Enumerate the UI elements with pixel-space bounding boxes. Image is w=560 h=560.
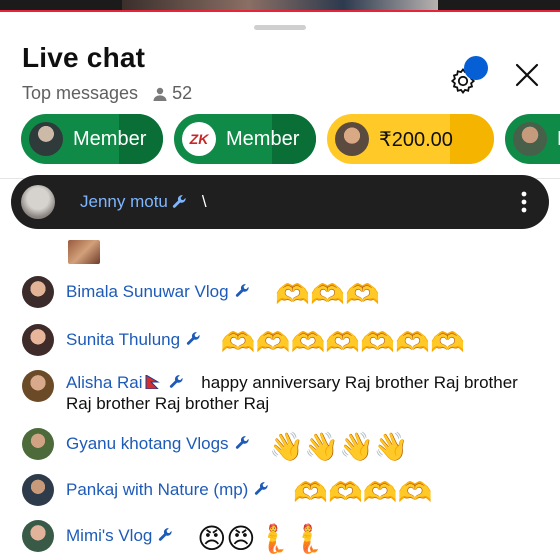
- ticker-chip-member-2[interactable]: ZK Member: [174, 114, 316, 164]
- message-author[interactable]: Sunita Thulung: [66, 330, 180, 349]
- sticker-image: [68, 240, 100, 264]
- pinned-author[interactable]: Jenny motu: [80, 192, 168, 212]
- viewer-count-value: 52: [172, 83, 193, 103]
- message-author[interactable]: Bimala Sunuwar Vlog: [66, 282, 229, 301]
- wrench-icon: [159, 528, 172, 541]
- nepal-flag-icon: [145, 375, 160, 389]
- ticker-chip-member-3[interactable]: N: [505, 114, 560, 164]
- message-emoji: 😠😠🧜🧜: [197, 523, 326, 554]
- avatar[interactable]: [22, 428, 54, 460]
- viewer-count: 52: [152, 83, 192, 104]
- close-button[interactable]: [512, 60, 542, 90]
- message-author[interactable]: Gyanu khotang Vlogs: [66, 434, 229, 453]
- channel-logo: ZK: [189, 131, 209, 147]
- chip-amount: ₹200.00: [379, 128, 453, 151]
- avatar[interactable]: [22, 276, 54, 308]
- chip-label: Member: [226, 127, 300, 150]
- chat-message: Gyanu khotang Vlogs 👋👋👋👋: [0, 428, 560, 462]
- chat-mode-row: Top messages 52: [22, 83, 192, 104]
- pinned-message-banner[interactable]: Jenny motu \: [11, 175, 549, 229]
- ticker-chip-member-1[interactable]: Member: [21, 114, 163, 164]
- chat-message: Mimi's Vlog 😠😠🧜🧜: [0, 520, 560, 554]
- message-emoji: 🫶🫶🫶🫶🫶🫶🫶: [220, 327, 465, 358]
- chat-mode-selector[interactable]: Top messages: [22, 83, 138, 104]
- chat-message: Alisha Rai happy anniversary Raj brother…: [0, 370, 560, 416]
- chat-message: Bimala Sunuwar Vlog 🫶🫶🫶: [0, 276, 560, 310]
- panel-title: Live chat: [22, 42, 146, 73]
- avatar[interactable]: [22, 370, 54, 402]
- wrench-icon: [172, 195, 186, 208]
- message-author[interactable]: Pankaj with Nature (mp): [66, 480, 248, 499]
- avatar[interactable]: [22, 520, 54, 552]
- more-vert-icon[interactable]: [521, 190, 527, 214]
- avatar: ZK: [182, 122, 216, 156]
- message-emoji: 🫶🫶🫶🫶: [293, 477, 433, 508]
- notification-dot: [464, 56, 488, 80]
- avatar: [513, 122, 547, 156]
- avatar[interactable]: [22, 324, 54, 356]
- pinned-text: \: [201, 192, 207, 211]
- ticker-chips: Member ZK Member ₹200.00 N: [0, 114, 560, 166]
- avatar: [29, 122, 63, 156]
- avatar: [335, 122, 369, 156]
- wrench-icon: [255, 482, 268, 495]
- avatar[interactable]: [22, 474, 54, 506]
- person-icon: [153, 87, 167, 101]
- drag-handle[interactable]: [254, 25, 306, 30]
- message-emoji: 👋👋👋👋: [269, 431, 409, 462]
- wrench-icon: [235, 436, 249, 449]
- video-preview-strip: [0, 0, 560, 12]
- settings-button[interactable]: [446, 56, 488, 96]
- ticker-chip-superchat[interactable]: ₹200.00: [327, 114, 494, 164]
- chat-message: Pankaj with Nature (mp) 🫶🫶🫶🫶: [0, 474, 560, 508]
- chip-label: Member: [73, 127, 147, 150]
- message-author[interactable]: Alisha Rai: [66, 373, 143, 392]
- message-emoji: 🫶🫶🫶: [275, 279, 380, 310]
- wrench-icon: [169, 375, 183, 388]
- wrench-icon: [186, 332, 200, 345]
- message-author[interactable]: Mimi's Vlog: [66, 526, 152, 545]
- close-icon: [515, 63, 539, 87]
- wrench-icon: [235, 284, 249, 297]
- avatar: [21, 185, 55, 219]
- chat-message: Sunita Thulung 🫶🫶🫶🫶🫶🫶🫶: [0, 324, 560, 358]
